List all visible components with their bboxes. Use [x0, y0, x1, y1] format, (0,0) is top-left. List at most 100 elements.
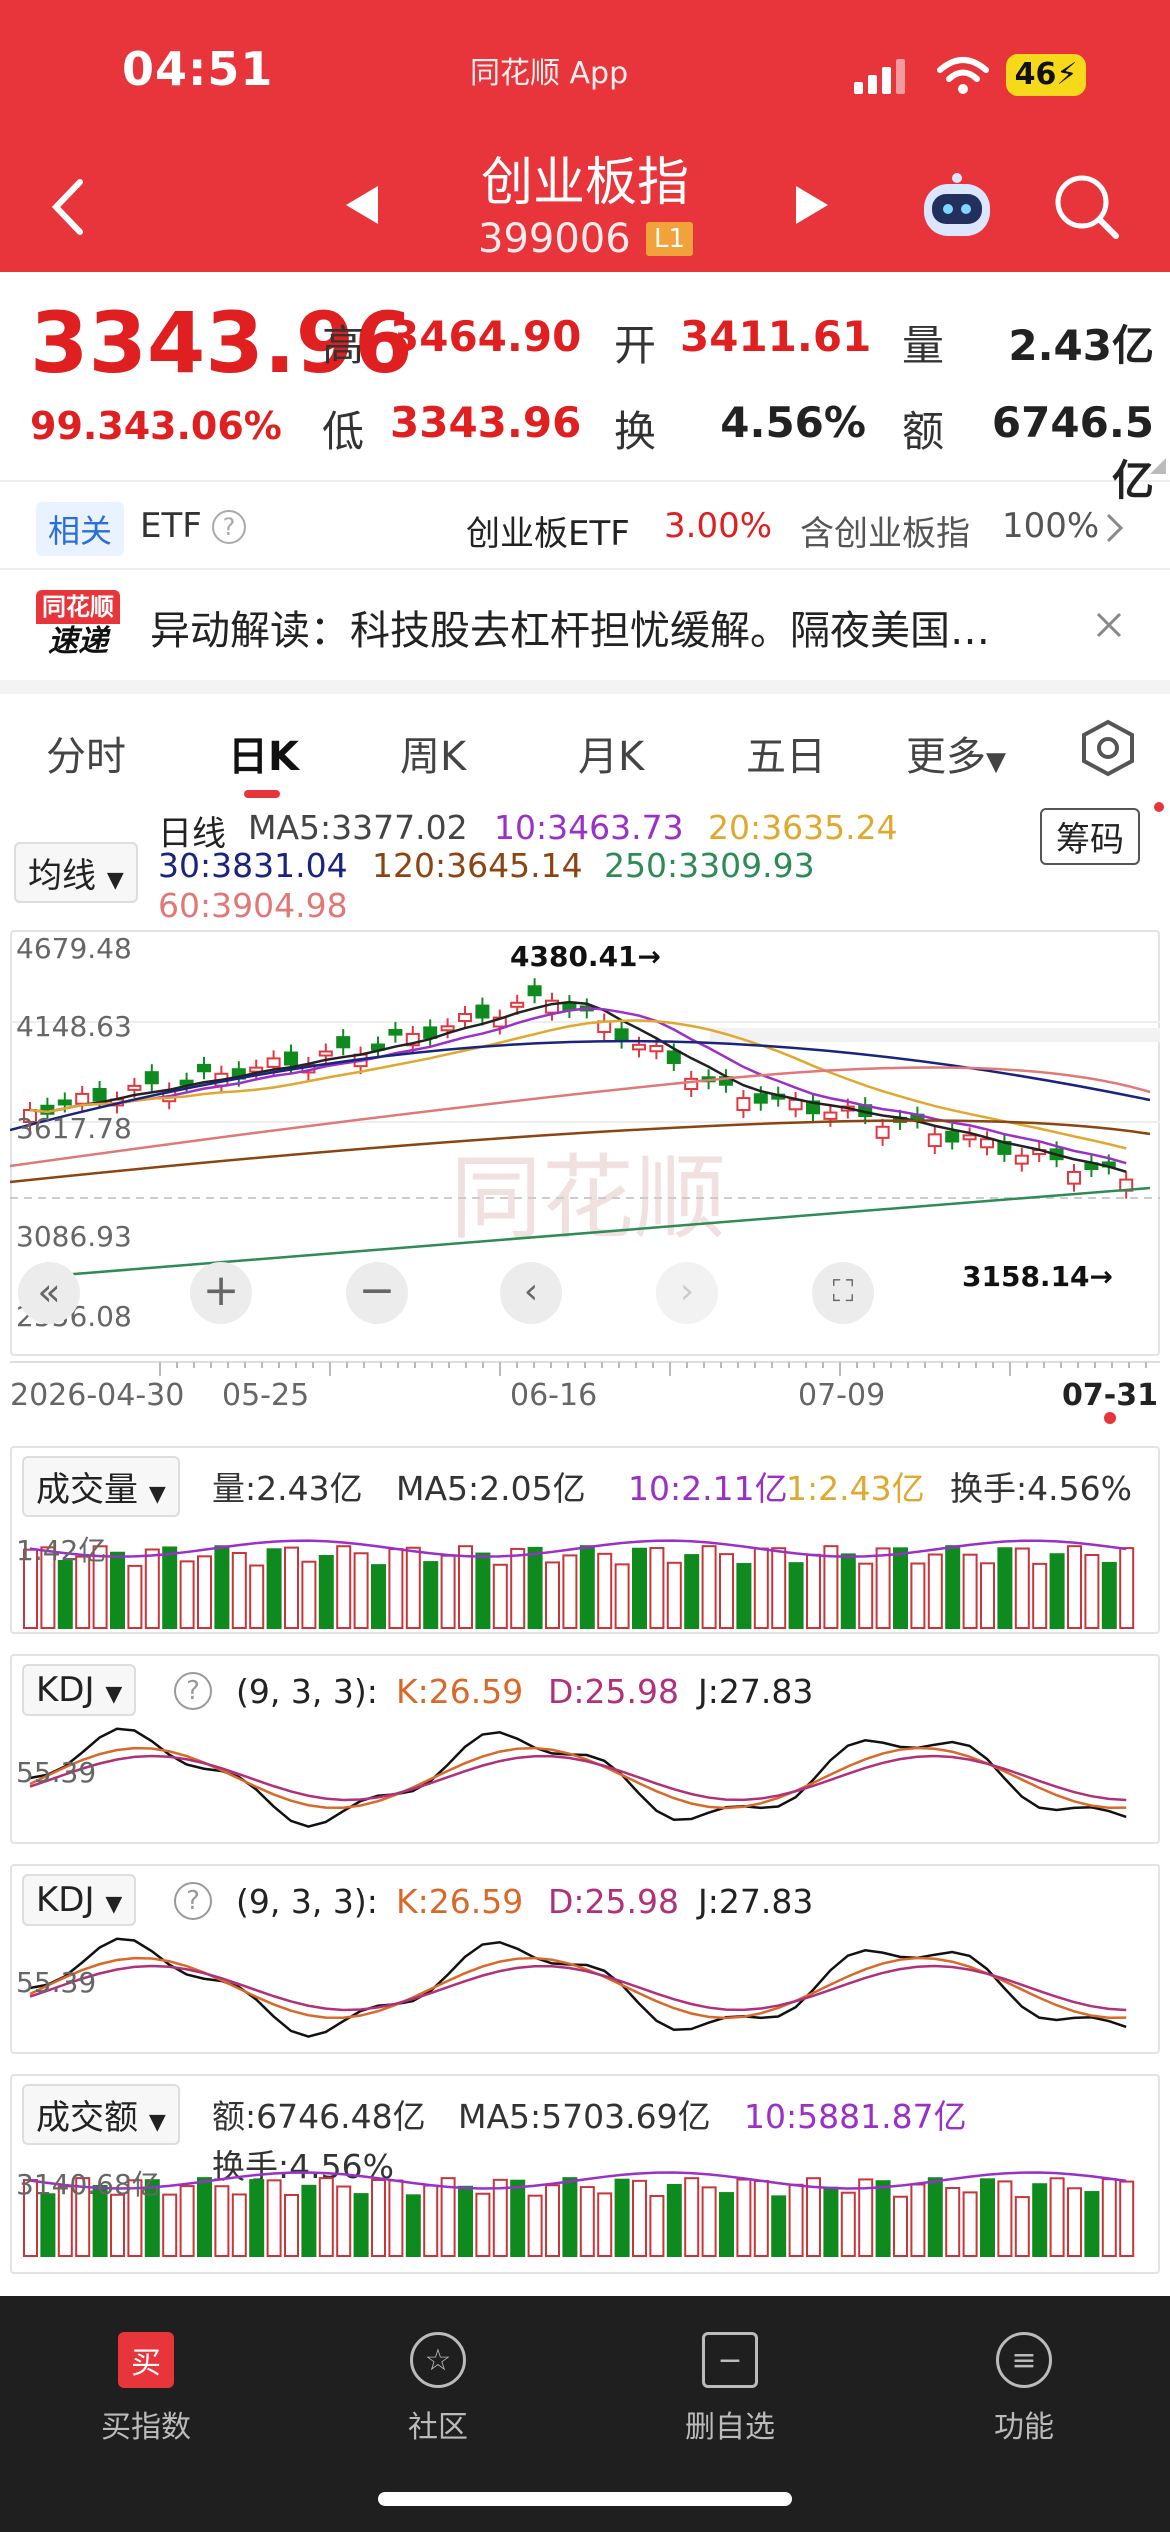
tab-monthly-k[interactable]: 月K	[578, 724, 644, 782]
kdj-selector-1[interactable]: KDJ ▼	[22, 1664, 137, 1716]
candle	[632, 1043, 646, 1051]
volume-bar	[962, 2191, 978, 2257]
candle	[475, 1004, 490, 1019]
volume-bar	[1101, 2178, 1117, 2257]
kdj-j-line	[29, 1937, 1127, 2038]
help-icon[interactable]: ?	[212, 510, 246, 544]
status-app-name[interactable]: 同花顺 App	[470, 48, 628, 92]
etf-contains-label: 含创业板指	[800, 514, 970, 554]
functions-tab[interactable]: ≡ 功能	[914, 2332, 1134, 2446]
buy-index-tab[interactable]: 买 买指数	[36, 2332, 256, 2446]
quote-panel: 3343.96 99.34 3.06% 高 3464.90 开 3411.61 …	[0, 272, 1170, 505]
kdj-chart-2[interactable]: 55.39	[10, 1928, 1160, 2054]
tab-weekly-k[interactable]: 周K	[400, 724, 466, 782]
volume-bar	[788, 1562, 804, 1630]
kdj-axis-label: 55.39	[16, 1966, 96, 1999]
level-badge: L1	[646, 222, 694, 256]
candle	[388, 1029, 403, 1036]
volume-bar	[875, 1547, 891, 1630]
volume-bar	[910, 1562, 926, 1630]
news-banner[interactable]: 同花顺 速递 异动解读：科技股去杠杆担忧缓解。隔夜美国…	[0, 572, 1170, 678]
etf-row[interactable]: 相关 ETF ? 创业板ETF 3.00% 含创业板指 100%	[0, 482, 1170, 570]
fullscreen-icon[interactable]: ⛶	[812, 1262, 874, 1324]
signal-icon	[854, 59, 905, 94]
news-logo: 同花顺 速递	[36, 590, 120, 660]
zoom-in-icon[interactable]: +	[190, 1262, 252, 1324]
volume-bar	[214, 1545, 230, 1629]
kdj-chart-1[interactable]: 55.39	[10, 1718, 1160, 1844]
amount-chart[interactable]: 3140.68亿	[10, 2138, 1160, 2262]
volume-bar	[301, 1560, 317, 1629]
kdj-selector-label: KDJ	[36, 1670, 95, 1710]
rewind-icon[interactable]: «	[18, 1262, 80, 1324]
indicator-selector[interactable]: 均线 ▼	[14, 842, 138, 903]
volume-bar	[579, 1545, 595, 1630]
kdj-selector-2[interactable]: KDJ ▼	[22, 1874, 137, 1926]
ma250-label: 250:3309.93	[604, 846, 815, 885]
volume-bar	[249, 1564, 265, 1629]
volume-bar	[475, 2192, 491, 2257]
turnover-label: 换	[614, 407, 657, 456]
pan-right-icon[interactable]: ›	[656, 1262, 718, 1324]
kdj-d-line	[29, 1754, 1127, 1802]
volume-bar	[1084, 2191, 1100, 2257]
volume-bar	[823, 1545, 839, 1629]
volume-bar	[666, 1561, 682, 1629]
news-logo-top: 同花顺	[36, 590, 120, 624]
volume-bar	[336, 2185, 352, 2257]
tab-intraday[interactable]: 分时	[46, 724, 126, 782]
period-low-marker: 3158.14→	[962, 1260, 1113, 1293]
candle	[318, 1050, 333, 1057]
average-line	[29, 1539, 1127, 1558]
pan-left-icon[interactable]: ‹	[500, 1262, 562, 1324]
volume-bar	[910, 2183, 926, 2257]
volume-bar	[110, 2193, 125, 2257]
kdj-selector-label: KDJ	[36, 1880, 95, 1920]
help-icon[interactable]: ?	[174, 1882, 212, 1920]
volume-bar	[771, 1547, 787, 1629]
candle	[527, 985, 542, 997]
caret-down-icon: ▼	[148, 2110, 166, 2135]
close-icon[interactable]	[1094, 610, 1124, 640]
volume-bar	[510, 2179, 526, 2257]
next-stock-icon[interactable]	[792, 184, 832, 226]
kdj-params: (9, 3, 3):	[236, 1882, 378, 1921]
community-tab[interactable]: ☆ 社区	[328, 2332, 548, 2446]
amount-label: 额	[902, 407, 945, 456]
news-text: 异动解读：科技股去杠杆担忧缓解。隔夜美国…	[150, 608, 990, 654]
volume-chart[interactable]: 1.42亿	[10, 1504, 1160, 1634]
caret-down-icon: ▼	[986, 747, 1006, 777]
expand-corner-icon[interactable]	[1150, 458, 1166, 474]
low-label: 低	[322, 407, 365, 456]
volume-bar	[788, 2183, 804, 2257]
kline-chart[interactable]: 同花顺 4679.48 4148.63 3617.78 3086.93 2556…	[10, 930, 1160, 1356]
candle	[927, 1133, 942, 1148]
settings-hex-icon[interactable]	[1080, 718, 1136, 778]
tab-five-day[interactable]: 五日	[746, 724, 826, 782]
header: 04:51 同花顺 App 46⚡ 创业板指 399006 L1	[0, 0, 1170, 272]
volume-bar	[597, 1552, 613, 1629]
volume-bar	[197, 1555, 212, 1629]
volume-bar	[231, 1552, 247, 1629]
remove-watchlist-tab[interactable]: − 删自选	[620, 2332, 840, 2446]
volume-bar	[388, 1548, 404, 1630]
help-icon[interactable]: ?	[174, 1672, 212, 1710]
volume-bar	[492, 2178, 508, 2257]
kdj-k: K:26.59	[396, 1672, 524, 1711]
volume-bar	[284, 2193, 299, 2257]
amount-selector[interactable]: 成交额 ▼	[22, 2084, 180, 2145]
low-value: 3343.96	[390, 398, 582, 447]
price-change: 99.34	[30, 404, 151, 448]
zoom-out-icon[interactable]: −	[346, 1262, 408, 1324]
x-tick-2: 05-25	[222, 1378, 310, 1413]
candle	[440, 1025, 455, 1032]
tab-more[interactable]: 更多▼	[906, 724, 1006, 782]
volume-bar	[353, 1552, 369, 1629]
volume-bar	[318, 2177, 334, 2257]
chip-distribution-button[interactable]: 筹码	[1040, 808, 1140, 865]
tab-daily-k[interactable]: 日K	[228, 724, 299, 782]
volume-bar	[893, 1547, 908, 1630]
robot-assistant-icon[interactable]	[918, 170, 996, 242]
search-icon[interactable]	[1052, 172, 1122, 242]
volume-bar	[527, 1546, 543, 1630]
